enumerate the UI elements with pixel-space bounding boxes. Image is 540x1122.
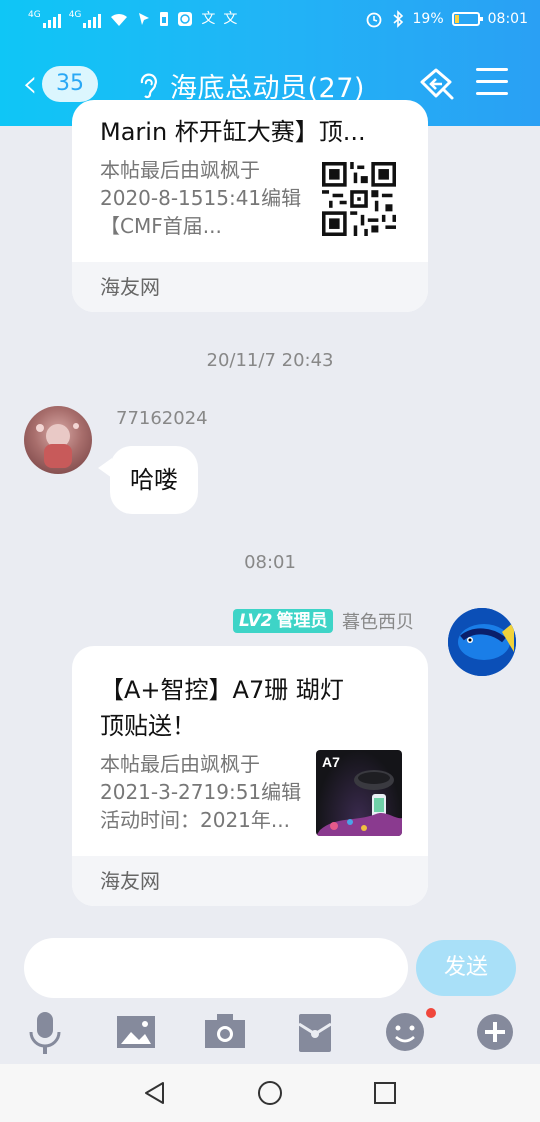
- earpiece-mode-icon: [140, 73, 157, 98]
- location-icon: [139, 13, 150, 25]
- app-notification-icon: [178, 12, 193, 26]
- avatar-image: [36, 423, 79, 468]
- card-desc-line: 2021-3-2719:51编辑: [100, 780, 302, 804]
- card-title-line: 【A+智控】A7珊 瑚灯: [100, 676, 344, 704]
- wifi-icon: [111, 13, 128, 26]
- system-home-icon[interactable]: [257, 1080, 283, 1106]
- admin-badge: LV2 管理员: [233, 609, 334, 633]
- notification-dot: [426, 1008, 436, 1018]
- sender-name: 77162024: [116, 408, 208, 429]
- message-input[interactable]: [24, 938, 408, 998]
- camera-icon[interactable]: [201, 1008, 249, 1056]
- system-back-icon[interactable]: [142, 1080, 168, 1106]
- bluetooth-icon: [392, 10, 403, 28]
- card-description: 本帖最后由飒枫于 2021-3-2719:51编辑 活动时间：2021年...: [100, 750, 310, 834]
- sender-name: 暮色西贝: [342, 612, 414, 633]
- network-type-1: 4G: [28, 10, 41, 20]
- product-image: [316, 770, 402, 836]
- sim-icon: [160, 12, 169, 26]
- alarm-icon: [366, 12, 381, 28]
- send-button[interactable]: 发送: [416, 940, 516, 996]
- red-packet-icon[interactable]: [291, 1008, 339, 1056]
- card-description: 本帖最后由飒枫于 2020-8-1515:41编辑 【CMF首届...: [100, 156, 310, 240]
- status-bar: 4G 4G 文 文 19% 08:01: [0, 0, 540, 40]
- message-timestamp: 20/11/7 20:43: [206, 350, 334, 371]
- network-type-2: 4G: [68, 10, 82, 20]
- sender-avatar[interactable]: [24, 406, 92, 474]
- card-desc-line: 【CMF首届...: [100, 214, 222, 238]
- notification-glyph-2: 文: [223, 11, 238, 27]
- card-source: 海友网: [72, 262, 428, 312]
- system-recents-icon[interactable]: [372, 1080, 398, 1106]
- card-title-line: 顶贴送！: [100, 712, 196, 740]
- card-title: 【A+智控】A7珊 瑚灯 顶贴送！: [100, 672, 400, 744]
- battery-percent: 19%: [412, 11, 444, 27]
- menu-icon[interactable]: [476, 68, 508, 98]
- back-button[interactable]: ‹ 35: [22, 64, 98, 104]
- image-icon[interactable]: [111, 1008, 159, 1056]
- message-timestamp: 08:01: [244, 552, 296, 573]
- signal-1-icon: [42, 10, 61, 28]
- microphone-icon[interactable]: [21, 1008, 69, 1056]
- avatar-image: [448, 608, 516, 676]
- card-desc-line: 本帖最后由飒枫于: [100, 158, 260, 182]
- card-source: 海友网: [72, 856, 428, 906]
- signal-2-icon: [83, 10, 102, 28]
- card-desc-line: 2020-8-1515:41编辑: [100, 186, 302, 210]
- chat-toolbar: [0, 1008, 540, 1064]
- role-label: 管理员: [276, 611, 328, 631]
- my-avatar[interactable]: [448, 608, 516, 676]
- notification-glyph-1: 文: [201, 11, 216, 27]
- card-title: Marin 杯开缸大赛】顶...: [100, 118, 366, 146]
- message-bubble[interactable]: 哈喽: [110, 446, 198, 514]
- system-navigation-bar: [0, 1064, 540, 1122]
- shared-post-card[interactable]: 【A+智控】A7珊 瑚灯 顶贴送！ 本帖最后由飒枫于 2021-3-2719:5…: [72, 646, 428, 906]
- emoji-icon[interactable]: [381, 1008, 429, 1056]
- battery-icon: [451, 12, 483, 26]
- card-desc-line: 本帖最后由飒枫于: [100, 752, 260, 776]
- unread-count-badge: 35: [42, 66, 98, 102]
- shared-post-card[interactable]: Marin 杯开缸大赛】顶... 本帖最后由飒枫于 2020-8-1515:41…: [72, 100, 428, 312]
- plus-icon[interactable]: [471, 1008, 519, 1056]
- share-icon[interactable]: [414, 64, 458, 104]
- chevron-left-icon: ‹: [22, 61, 38, 107]
- post-thumbnail: A7: [316, 750, 402, 836]
- status-time: 08:01: [487, 11, 528, 27]
- level-label: LV2: [239, 611, 273, 631]
- qr-code-image: [322, 162, 396, 236]
- card-desc-line: 活动时间：2021年...: [100, 808, 290, 832]
